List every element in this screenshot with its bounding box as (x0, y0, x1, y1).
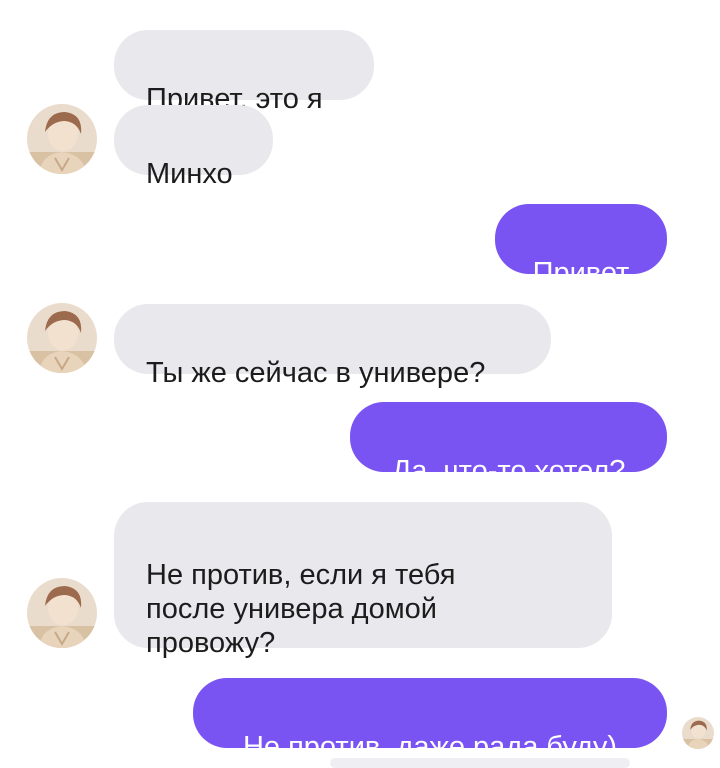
message-text: Ты же сейчас в универе? (146, 357, 486, 389)
message-bubble-outgoing[interactable]: Привет (495, 204, 667, 289)
message-bubble-outgoing[interactable]: Да, что-то хотел? (350, 402, 667, 487)
contact-photo-icon (27, 578, 97, 648)
message-bubble-incoming[interactable]: Ты же сейчас в универе? (114, 304, 551, 389)
contact-avatar[interactable] (27, 578, 97, 648)
contact-photo-icon (27, 303, 97, 373)
message-bubble-outgoing[interactable]: Не против, даже рада буду) (193, 678, 667, 763)
contact-photo-icon (27, 104, 97, 174)
read-receipt-avatar (682, 717, 714, 749)
message-text: Да, что-то хотел? (391, 455, 626, 487)
contact-avatar[interactable] (27, 303, 97, 373)
read-receipt-icon (682, 717, 714, 749)
contact-avatar[interactable] (27, 104, 97, 174)
message-bubble-incoming[interactable]: Минхо (114, 105, 273, 190)
message-bubble-incoming[interactable]: Не против, если я тебя после универа дом… (114, 502, 612, 659)
message-bubble-incoming[interactable]: Привет, это я (114, 30, 374, 115)
message-text: Привет (532, 257, 630, 289)
message-text: Не против, если я тебя после универа дом… (146, 559, 456, 659)
message-text: Минхо (146, 158, 233, 190)
partial-message-bubble (330, 758, 630, 768)
